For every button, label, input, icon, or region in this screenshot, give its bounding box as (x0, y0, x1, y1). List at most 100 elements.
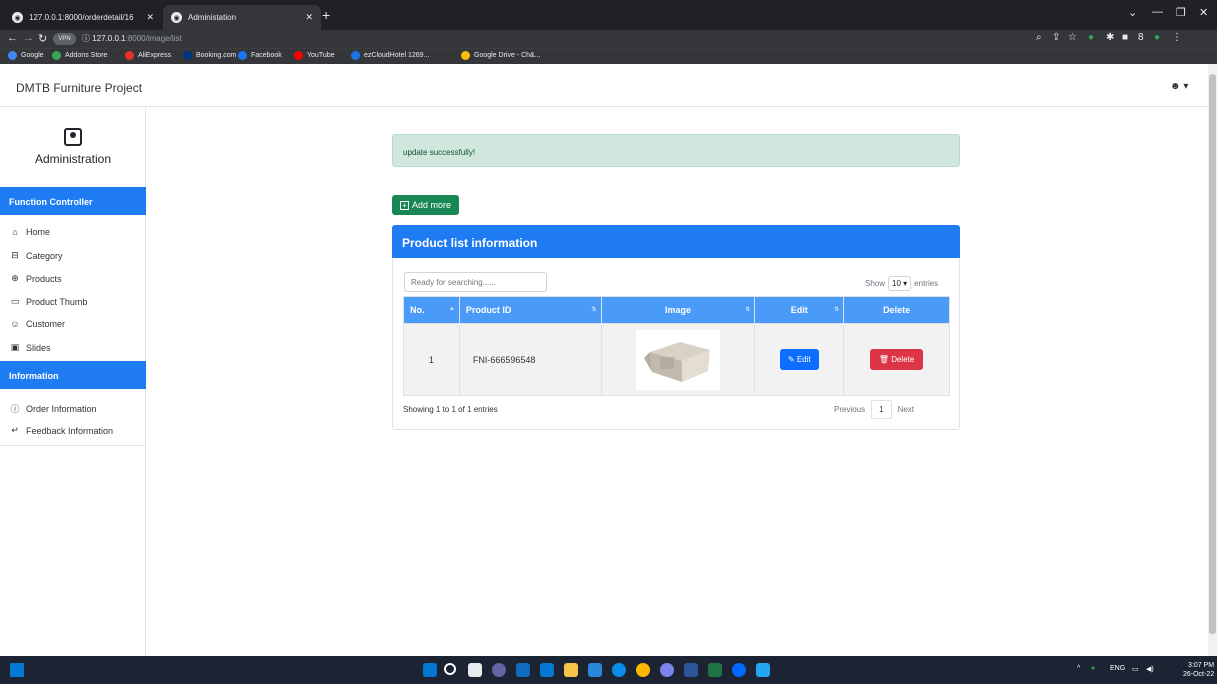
browser-tab-orderdetail[interactable]: ◉ 127.0.0.1:8000/orderdetail/16 ✕ (4, 5, 162, 30)
sidebar-item-products[interactable]: ⊕ Products (9, 273, 61, 284)
page-scrollbar[interactable] (1208, 64, 1217, 656)
aliexpress-icon (125, 51, 134, 60)
home-icon: ⌂ (12, 227, 18, 237)
chrome-icon[interactable] (636, 663, 650, 677)
search-icon[interactable] (444, 663, 456, 675)
sidebar-item-category[interactable]: ⊟ Category (9, 250, 62, 261)
tray-chevron-up-icon[interactable]: ^ (1077, 665, 1080, 672)
bookmark-youtube[interactable]: YouTube (294, 51, 335, 60)
column-header-delete[interactable]: Delete (843, 296, 950, 324)
pagination-page-1[interactable]: 1 (871, 400, 892, 419)
taskbar-clock[interactable]: 3:07 PM 26-Oct-22 (1183, 661, 1214, 679)
store-icon[interactable] (516, 663, 530, 677)
word-icon[interactable] (684, 663, 698, 677)
cell-product-id: FNI-666596548 (458, 323, 602, 396)
entries-select[interactable]: 10 ▾ (888, 276, 912, 291)
sort-icon: ⇅ (591, 307, 597, 313)
windows-taskbar: ^ ● ENG ▭ ◀) 3:07 PM 26-Oct-22 (0, 656, 1217, 684)
tray-network-app-icon[interactable]: ● (1091, 665, 1095, 672)
sort-icon: ▲ (448, 306, 455, 312)
address-bar[interactable]: ⓘ 127.0.0.1:8000/image/list (82, 33, 182, 44)
sidepanel-icon[interactable]: ■ (1122, 32, 1128, 43)
zalo-icon[interactable] (732, 663, 746, 677)
minimize-icon[interactable]: — (1152, 6, 1163, 18)
profile-icon[interactable]: 8 (1138, 32, 1144, 43)
table-header-row: No. ▲ Product ID ⇅ Image ⇅ Edit ⇅ Delete (403, 296, 950, 324)
vpn-badge[interactable]: VPN (53, 33, 76, 45)
cell-delete: 🗑 Delete (843, 323, 950, 396)
delete-button[interactable]: 🗑 Delete (869, 349, 924, 370)
sort-icon: ⇅ (834, 307, 840, 313)
back-icon[interactable]: ← (7, 32, 18, 44)
tab-close-icon[interactable]: ✕ (146, 12, 154, 23)
restore-icon[interactable]: ❐ (1176, 6, 1186, 19)
file-explorer-icon[interactable] (564, 663, 578, 677)
update-icon[interactable]: ● (1154, 32, 1160, 43)
page-viewport: DMTB Furniture Project ☻ ▾ Administratio… (0, 64, 1208, 656)
share-icon[interactable]: ⇪ (1052, 32, 1060, 43)
star-icon[interactable]: ☆ (1068, 32, 1077, 43)
sidebar-item-home[interactable]: ⌂ Home (9, 227, 50, 237)
calculator-icon[interactable] (540, 663, 554, 677)
reload-icon[interactable]: ↻ (38, 32, 47, 45)
column-header-product-id[interactable]: Product ID ⇅ (458, 296, 602, 324)
add-more-button[interactable]: + Add more (392, 195, 459, 215)
brand-title[interactable]: DMTB Furniture Project (16, 81, 142, 95)
top-navbar: DMTB Furniture Project ☻ ▾ (0, 64, 1208, 107)
search-input[interactable] (404, 272, 547, 292)
cell-edit: ✎ Edit (754, 323, 845, 396)
chat-icon[interactable] (492, 663, 506, 677)
bookmark-addons-store[interactable]: Addons Store (52, 51, 107, 60)
bookmark-ezcloudhotel[interactable]: ezCloudHotel 1269... (351, 51, 429, 60)
close-window-icon[interactable]: ✕ (1199, 6, 1208, 19)
browser-tab-administation[interactable]: ◉ Administation ✕ (163, 5, 321, 30)
new-tab-icon[interactable]: + (322, 8, 330, 22)
vscode-icon[interactable] (756, 663, 770, 677)
card-title: Product list information (392, 225, 960, 258)
booking-icon (183, 51, 192, 60)
user-menu-dropdown[interactable]: ☻ ▾ (1170, 81, 1188, 92)
slides-icon: ▣ (10, 342, 20, 352)
image-icon: ▭ (10, 296, 20, 306)
success-alert: update successfully! (392, 134, 960, 167)
viber-icon[interactable] (660, 663, 674, 677)
column-header-no[interactable]: No. ▲ (403, 296, 460, 324)
bookmark-aliexpress[interactable]: AliExpress (125, 51, 171, 60)
edge-icon[interactable] (612, 663, 626, 677)
zoom-icon[interactable]: ⌕ (1036, 32, 1042, 43)
edit-button[interactable]: ✎ Edit (779, 349, 819, 370)
tab-close-icon[interactable]: ✕ (305, 12, 313, 23)
product-list-card: Product list information Show 10 ▾ entri… (392, 225, 960, 430)
scrollbar-thumb[interactable] (1209, 74, 1216, 634)
pagination-previous[interactable]: Previous (834, 405, 865, 414)
volume-icon[interactable]: ◀) (1146, 665, 1154, 673)
menu-kebab-icon[interactable]: ⋮ (1172, 32, 1182, 43)
pagination-next[interactable]: Next (898, 405, 914, 414)
bookmark-google[interactable]: Google (8, 51, 44, 60)
task-view-icon[interactable] (468, 663, 482, 677)
sidebar-item-product-thumb[interactable]: ▭ Product Thumb (9, 296, 88, 307)
column-header-edit[interactable]: Edit ⇅ (754, 296, 845, 324)
sidebar-item-feedback-information[interactable]: ↵ Feedback Information (9, 425, 113, 436)
photos-icon[interactable] (588, 663, 602, 677)
sidebar-item-customer[interactable]: ☺ Customer (9, 319, 65, 329)
windows-start-icon[interactable] (423, 663, 437, 677)
bookmark-booking[interactable]: Booking.com (183, 51, 236, 60)
sort-icon: ⇅ (745, 307, 751, 313)
wifi-icon[interactable]: ▭ (1132, 665, 1139, 673)
bookmark-google-drive[interactable]: Google Drive - Ch&... (461, 51, 541, 60)
sidebar-item-order-information[interactable]: ⓘ Order Information (9, 402, 96, 415)
column-header-image[interactable]: Image ⇅ (600, 296, 756, 324)
tab-search-icon[interactable]: ⌄ (1128, 6, 1137, 19)
forward-icon[interactable]: → (23, 32, 34, 44)
table-row: 1 FNI-666596548 ✎ Edit 🗑 Delete (403, 323, 950, 396)
tray-language[interactable]: ENG (1110, 665, 1125, 672)
extensions-puzzle-icon[interactable]: ✱ (1106, 32, 1114, 43)
sidebar-item-slides[interactable]: ▣ Slides (9, 342, 51, 353)
tab-title: 127.0.0.1:8000/orderdetail/16 (29, 13, 134, 22)
extension-icon[interactable]: ● (1088, 32, 1094, 43)
excel-icon[interactable] (708, 663, 722, 677)
bookmark-facebook[interactable]: Facebook (238, 51, 282, 60)
widgets-icon[interactable] (10, 663, 24, 677)
cell-no: 1 (403, 323, 460, 396)
